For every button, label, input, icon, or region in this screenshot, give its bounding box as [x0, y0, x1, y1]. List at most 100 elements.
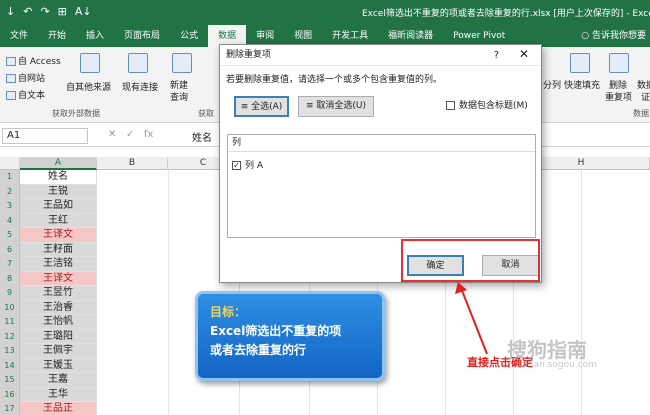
row-header[interactable]: 5: [0, 228, 20, 243]
from-web-button[interactable]: 自网站: [6, 71, 45, 84]
row-header[interactable]: 14: [0, 358, 20, 373]
row-header[interactable]: 1: [0, 170, 20, 185]
select-all-corner[interactable]: [0, 157, 20, 170]
insert-function-icon[interactable]: fx: [144, 129, 153, 140]
tell-me-search[interactable]: ○ 告诉我你想要: [581, 25, 650, 47]
cell-a17[interactable]: 王品正: [20, 402, 97, 415]
cell-a4[interactable]: 王红: [20, 213, 97, 228]
cell-a13[interactable]: 王佩宇: [20, 344, 97, 359]
row-header[interactable]: 7: [0, 257, 20, 272]
cell-a16[interactable]: 王华: [20, 387, 97, 402]
callout-line2: Excel筛选出不重复的项: [210, 324, 342, 338]
row-header[interactable]: 13: [0, 344, 20, 359]
web-icon: [6, 74, 16, 83]
sort-icon[interactable]: A↓: [75, 5, 92, 18]
new-query-line2[interactable]: 查询: [170, 90, 188, 103]
cell-a12[interactable]: 王璐阳: [20, 329, 97, 344]
unselect-all-button[interactable]: ≡ 取消全选(U): [298, 96, 374, 117]
new-query-icon[interactable]: [172, 53, 192, 73]
title-bar: ↓ ↶ ↷ ⊞ A↓ Excel筛选出不重复的项或者去除重复的行.xlsx [用…: [0, 0, 650, 25]
formula-bar-icons: ✕ ✓ fx: [108, 129, 153, 140]
cell-a14[interactable]: 王媛玉: [20, 358, 97, 373]
access-icon: [6, 57, 16, 66]
row-header[interactable]: 17: [0, 402, 20, 415]
goal-callout: 目标： Excel筛选出不重复的项 或者去除重复的行: [195, 291, 385, 381]
other-sources-icon[interactable]: [80, 53, 100, 73]
print-preview-icon[interactable]: ⊞: [58, 5, 67, 18]
formula-input[interactable]: 姓名: [192, 129, 212, 144]
column-header-b[interactable]: B: [97, 157, 168, 170]
row-header[interactable]: 6: [0, 242, 20, 257]
remove-duplicates-icon[interactable]: [609, 53, 629, 73]
gridline: [581, 170, 582, 415]
group-get-external-data: 获取外部数据: [52, 109, 100, 118]
existing-connections-button[interactable]: 现有连接: [122, 80, 158, 93]
watermark-url: zhinan.sogou.com: [515, 360, 597, 370]
callout-title: 目标：: [210, 305, 247, 319]
row-header[interactable]: 16: [0, 387, 20, 402]
cell-a3[interactable]: 王品如: [20, 199, 97, 214]
undo-icon[interactable]: ↶: [23, 5, 32, 18]
columns-list[interactable]: 列 ✓ 列 A: [227, 134, 536, 238]
cancel-icon[interactable]: ✕: [108, 129, 116, 140]
row-header[interactable]: 9: [0, 286, 20, 301]
row-header[interactable]: 12: [0, 329, 20, 344]
lightbulb-icon: ○: [581, 31, 592, 41]
row-header[interactable]: 3: [0, 199, 20, 214]
gridline: [168, 170, 169, 415]
data-validation-line2[interactable]: 证: [641, 90, 650, 103]
from-access-button[interactable]: 自 Access: [6, 54, 61, 67]
existing-connections-icon[interactable]: [128, 53, 148, 73]
has-headers-checkbox[interactable]: 数据包含标题(M): [446, 98, 528, 111]
tab-insert[interactable]: 插入: [76, 25, 114, 47]
close-icon[interactable]: ✕: [519, 44, 529, 65]
tab-home[interactable]: 开始: [38, 25, 76, 47]
tab-file[interactable]: 文件: [0, 25, 38, 47]
callout-line3: 或者去除重复的行: [210, 343, 307, 357]
cell-a7[interactable]: 王洁铭: [20, 257, 97, 272]
columns-list-header: 列: [228, 135, 535, 152]
tab-formulas[interactable]: 公式: [170, 25, 208, 47]
from-web-label: 自网站: [18, 74, 46, 84]
document-title: Excel筛选出不重复的项或者去除重复的行.xlsx [用户上次保存的] - E…: [362, 9, 650, 19]
cell-a1[interactable]: 姓名: [20, 170, 97, 185]
row-header[interactable]: 15: [0, 373, 20, 388]
cell-a10[interactable]: 王治睿: [20, 300, 97, 315]
select-all-button[interactable]: ≡ 全选(A): [234, 96, 289, 117]
cell-a11[interactable]: 王怡帆: [20, 315, 97, 330]
row-header[interactable]: 2: [0, 184, 20, 199]
name-box[interactable]: A1: [2, 128, 88, 144]
select-all-icon: ≡: [240, 102, 252, 112]
cell-a5[interactable]: 王译文: [20, 228, 97, 243]
group-data-tools: 数据: [633, 109, 649, 118]
remove-duplicates-line2[interactable]: 重复项: [605, 90, 632, 103]
from-other-sources-button[interactable]: 自其他来源: [66, 80, 111, 93]
checkmark-icon: ✓: [232, 161, 241, 170]
enter-icon[interactable]: ✓: [126, 129, 134, 140]
column-a-checkbox[interactable]: ✓ 列 A: [232, 158, 263, 171]
row-header[interactable]: 8: [0, 271, 20, 286]
dialog-title-bar: 删除重复项 ? ✕: [220, 45, 541, 66]
row-header[interactable]: 11: [0, 315, 20, 330]
cell-a8[interactable]: 王译文: [20, 271, 97, 286]
redo-icon[interactable]: ↷: [40, 5, 49, 18]
cell-a15[interactable]: 王嘉: [20, 373, 97, 388]
from-text-button[interactable]: 自文本: [6, 88, 45, 101]
help-icon[interactable]: ?: [494, 45, 499, 66]
column-header-a[interactable]: A: [20, 157, 97, 170]
row-header[interactable]: 10: [0, 300, 20, 315]
highlight-box: [401, 239, 540, 282]
cell-a6[interactable]: 王籽面: [20, 242, 97, 257]
text-to-columns-button[interactable]: 分列: [543, 78, 561, 91]
tell-me-label: 告诉我你想要: [591, 31, 646, 41]
from-text-label: 自文本: [18, 91, 46, 101]
cell-a2[interactable]: 王锐: [20, 184, 97, 199]
cell-a9[interactable]: 王昱竹: [20, 286, 97, 301]
save-icon[interactable]: ↓: [6, 5, 15, 18]
flash-fill-button[interactable]: 快速填充: [564, 78, 600, 91]
dialog-message: 若要删除重复值，请选择一个或多个包含重复值的列。: [226, 75, 443, 85]
flash-fill-icon[interactable]: [570, 53, 590, 73]
tab-page-layout[interactable]: 页面布局: [114, 25, 170, 47]
from-access-label: 自 Access: [18, 57, 61, 67]
row-header[interactable]: 4: [0, 213, 20, 228]
